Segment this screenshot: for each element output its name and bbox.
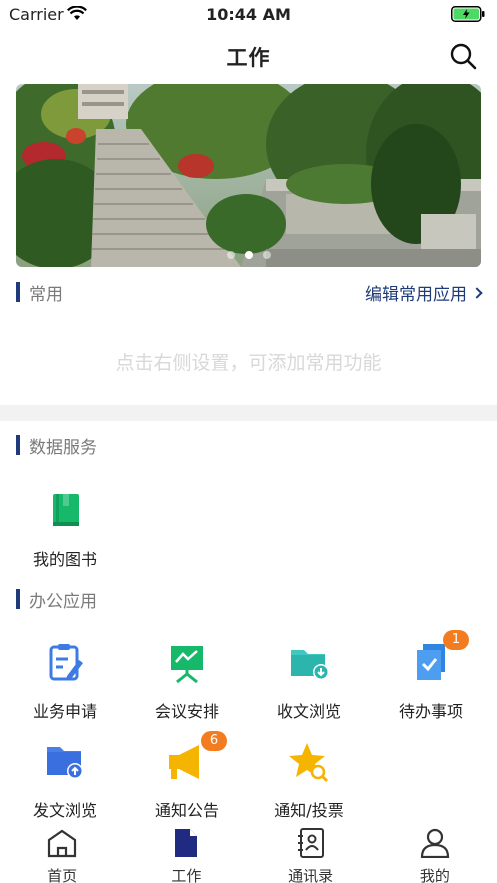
chevron-right-icon (471, 287, 483, 299)
app-label: 待办事项 (398, 702, 463, 721)
empty-hint: 点击右侧设置，可添加常用功能 (115, 352, 382, 374)
nav-bar: 工作 (0, 28, 497, 82)
carousel-dot[interactable] (226, 251, 235, 259)
megaphone-icon: 6 (165, 731, 227, 785)
app-notices[interactable]: 6 通知公告 (127, 731, 247, 821)
folder-download-icon (287, 642, 331, 686)
page-title: 工作 (226, 46, 271, 70)
tab-label: 工作 (171, 867, 202, 883)
app-label: 会议安排 (154, 702, 219, 721)
app-my-books[interactable]: 我的图书 (5, 490, 125, 570)
section-title-data-services: 数据服务 (29, 437, 97, 458)
todo-badge: 1 (443, 630, 469, 650)
app-todo-items[interactable]: 1 待办事项 (371, 630, 491, 722)
edit-common-apps-label: 编辑常用应用 (365, 285, 467, 305)
tab-bar: 首页 工作 通讯录 我的 (0, 826, 497, 883)
app-business-application[interactable]: 业务申请 (5, 642, 125, 722)
folder-upload-icon (43, 741, 87, 785)
tab-contacts[interactable]: 通讯录 (249, 826, 373, 883)
work-document-icon (175, 829, 198, 857)
section-marker (16, 435, 20, 455)
home-icon (48, 829, 77, 858)
app-label: 业务申请 (32, 702, 97, 721)
todo-check-icon: 1 (409, 630, 469, 686)
tab-mine[interactable]: 我的 (373, 826, 497, 883)
banner-image (16, 84, 481, 267)
presentation-board-icon (165, 642, 209, 686)
edit-common-apps-link[interactable]: 编辑常用应用 (365, 280, 483, 305)
battery-icon (451, 6, 485, 22)
tab-label: 首页 (47, 867, 78, 883)
tab-home[interactable]: 首页 (0, 826, 124, 883)
tab-label: 通讯录 (288, 867, 334, 883)
section-title-common: 常用 (29, 284, 63, 305)
search-icon[interactable] (449, 42, 477, 70)
app-sent-documents[interactable]: 发文浏览 (5, 741, 125, 821)
banner-carousel[interactable] (16, 84, 481, 267)
section-data-services: 数据服务 (16, 434, 97, 458)
app-label: 通知/投票 (274, 801, 344, 820)
app-label: 收文浏览 (276, 702, 341, 721)
edit-document-icon (43, 642, 87, 686)
section-divider (0, 405, 497, 421)
star-search-icon (287, 741, 331, 785)
app-label: 通知公告 (154, 801, 219, 820)
contacts-icon (297, 828, 324, 858)
app-label: 发文浏览 (32, 801, 97, 820)
status-time: 10:44 AM (206, 5, 291, 24)
tab-work[interactable]: 工作 (124, 826, 248, 883)
section-title-office-apps: 办公应用 (29, 591, 97, 612)
app-notice-vote[interactable]: 通知/投票 (249, 741, 369, 821)
status-bar: Carrier 10:44 AM (0, 0, 497, 28)
app-label: 我的图书 (32, 550, 97, 569)
section-marker (16, 282, 20, 302)
section-marker (16, 589, 20, 609)
section-office-apps: 办公应用 (16, 588, 97, 612)
app-received-documents[interactable]: 收文浏览 (249, 642, 369, 722)
book-icon (43, 490, 87, 534)
app-meeting-schedule[interactable]: 会议安排 (127, 642, 247, 722)
tab-label: 我的 (419, 867, 450, 883)
carousel-dots (16, 251, 481, 259)
carousel-dot[interactable] (262, 251, 271, 259)
section-common: 常用 (16, 281, 63, 305)
profile-icon (420, 828, 449, 859)
carousel-dot-active[interactable] (244, 251, 253, 259)
notices-badge: 6 (201, 731, 227, 751)
